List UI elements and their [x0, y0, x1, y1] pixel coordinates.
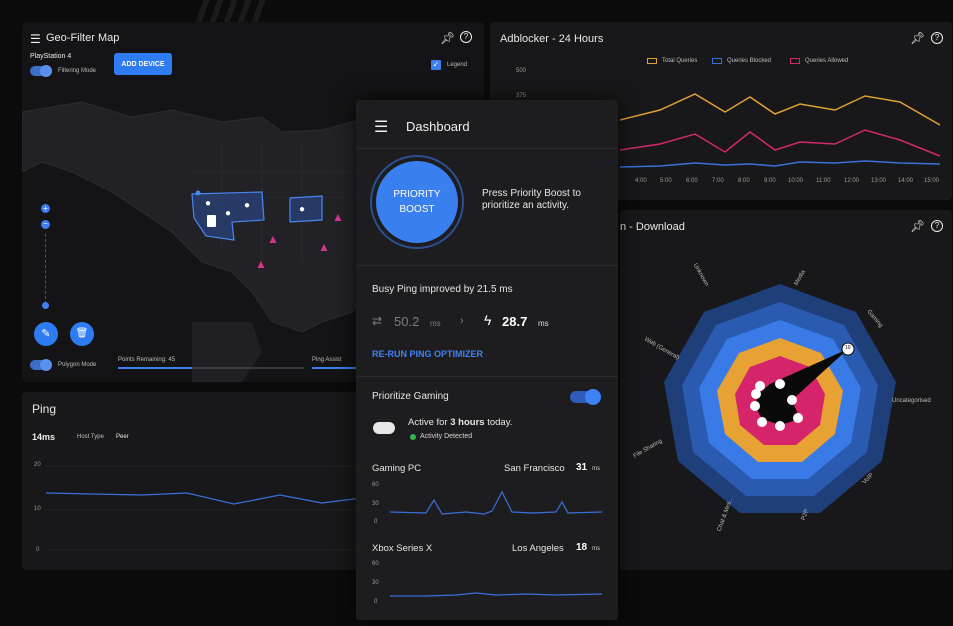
device-name: PlayStation 4 [30, 53, 72, 60]
gaming-pc-ping-chart[interactable] [356, 480, 618, 530]
ping-assist-label: Ping Assist [312, 357, 342, 363]
device-location: San Francisco [504, 463, 565, 474]
zoom-in-button[interactable]: + [41, 204, 50, 213]
x-tick: 9:00 [764, 178, 776, 184]
add-device-button[interactable]: ADD DEVICE [114, 53, 172, 75]
filtering-mode-toggle[interactable] [30, 65, 52, 77]
warning-icon[interactable]: ▲ [267, 232, 279, 246]
activity-detected: Activity Detected [420, 433, 473, 440]
priority-boost-label: PRIORITY [393, 189, 441, 200]
user-marker[interactable]: ● [225, 208, 237, 220]
gamepad-icon [373, 422, 395, 434]
legend-label: Legend [447, 62, 468, 68]
x-tick: 10:00 [788, 178, 804, 184]
warning-icon[interactable]: ▲ [332, 210, 344, 224]
priority-boost-text: Press Priority Boost to prioritize an ac… [482, 188, 581, 211]
filtering-mode-label: Filtering Mode [58, 68, 97, 74]
x-tick: 6:00 [686, 178, 698, 184]
ping-compare-icon: ⇄ [372, 314, 383, 328]
user-marker[interactable]: ● [299, 204, 311, 216]
rerun-ping-optimizer-link[interactable]: RE-RUN PING OPTIMIZER [372, 349, 483, 359]
points-remaining: Points Remaining: 45 [118, 357, 176, 363]
divider [356, 148, 618, 149]
divider [356, 265, 618, 266]
ping-improved-text: Busy Ping improved by 21.5 ms [372, 284, 513, 295]
x-tick: 7:00 [712, 178, 724, 184]
pin-icon[interactable]: 📌︎ [440, 31, 455, 45]
radar-label-uncategorised: Uncategorised [892, 398, 931, 404]
radar-center-value: 10 [845, 345, 851, 351]
device-name-gaming-pc: Gaming PC [372, 463, 422, 474]
x-tick: 12:00 [844, 178, 860, 184]
x-tick: 13:00 [871, 178, 887, 184]
menu-icon[interactable]: ☰ [374, 117, 388, 137]
chevron-right-icon: › [460, 315, 464, 327]
legend-checkbox[interactable]: ✓ [431, 60, 441, 70]
polygon-mode-label: Polygon Mode [58, 362, 97, 368]
prioritize-gaming-label: Prioritize Gaming [372, 391, 449, 402]
polygon-mode-toggle[interactable] [30, 359, 52, 371]
xbox-ping-chart[interactable] [356, 580, 618, 610]
new-ping-unit: ms [538, 319, 549, 328]
y-tick: 60 [372, 561, 379, 567]
priority-boost-label: BOOST [399, 204, 435, 215]
x-tick: 8:00 [738, 178, 750, 184]
priority-boost-button[interactable]: PRIORITY BOOST [376, 161, 458, 243]
x-tick: 14:00 [898, 178, 914, 184]
radar-chart[interactable] [620, 210, 952, 570]
divider [356, 376, 618, 377]
priority-boost-ring: PRIORITY BOOST [370, 155, 464, 249]
device-marker[interactable] [207, 215, 216, 227]
help-icon[interactable]: ? [460, 31, 472, 43]
bolt-icon: ϟ [484, 312, 492, 328]
activity-status-dot [410, 434, 416, 440]
warning-icon[interactable]: ▲ [318, 240, 330, 254]
dashboard-title: Dashboard [406, 119, 470, 134]
old-ping: 50.2 [394, 314, 420, 329]
edit-icon[interactable]: ✎ [34, 322, 58, 346]
zoom-track[interactable] [45, 234, 46, 304]
ping-chart[interactable] [22, 392, 362, 570]
new-ping: 28.7 [502, 314, 528, 329]
x-tick: 15:00 [924, 178, 940, 184]
ping-panel: Ping 14ms Host Type Peer 20 10 0 [22, 392, 362, 570]
delete-icon[interactable]: 🗑︎ [70, 322, 94, 346]
device-ping: 18 [576, 542, 588, 553]
device-name-xbox: Xbox Series X [372, 543, 433, 554]
dashboard-panel: ☰ Dashboard PRIORITY BOOST Press Priorit… [356, 100, 618, 620]
points-remaining-bar [118, 367, 304, 369]
x-tick: 11:00 [816, 178, 831, 184]
device-location: Los Angeles [512, 543, 564, 554]
panel-title: Geo-Filter Map [46, 32, 120, 44]
x-tick: 5:00 [660, 178, 672, 184]
device-ping: 31 [576, 462, 588, 473]
x-tick: 4:00 [635, 178, 647, 184]
prioritize-gaming-toggle[interactable] [570, 389, 601, 405]
user-marker[interactable]: ● [205, 198, 217, 210]
active-time: Active for 3 hours today. [408, 417, 513, 428]
user-marker[interactable]: ● [244, 200, 256, 212]
old-ping-unit: ms [430, 319, 441, 328]
zoom-out-button[interactable]: − [41, 220, 50, 229]
menu-icon[interactable]: ☰ [30, 32, 41, 46]
device-ping-unit: ms [592, 546, 600, 552]
radar-panel: n - Download 📌︎ ? 10 Media Gaming Uncate… [620, 210, 952, 570]
device-ping-unit: ms [592, 466, 600, 472]
warning-icon[interactable]: ▲ [255, 257, 267, 271]
zoom-handle[interactable] [42, 302, 49, 309]
